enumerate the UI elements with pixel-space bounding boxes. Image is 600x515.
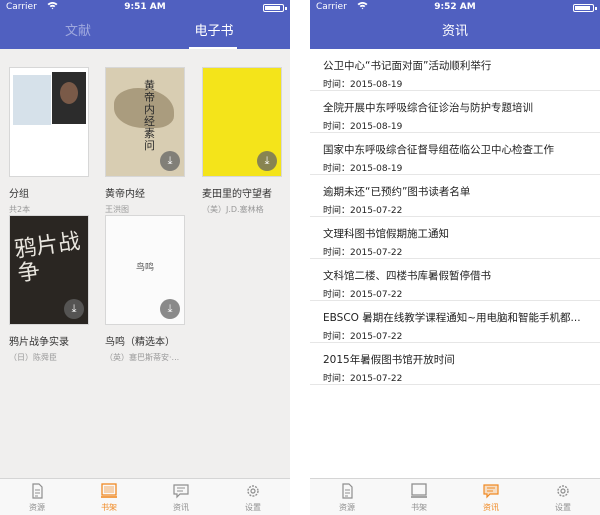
tabbar-item-settings[interactable]: 设置 — [538, 483, 588, 513]
download-icon[interactable]: ⤓ — [257, 151, 277, 171]
tabbar-label: 资讯 — [483, 503, 499, 512]
bottom-tab-bar: 资源 书架 资讯 设置 — [0, 478, 290, 515]
book-author: 共2本 — [9, 205, 31, 214]
book-title: 黄帝内经 — [105, 189, 145, 200]
bookshelf-icon — [101, 483, 117, 498]
tabbar-label: 资源 — [29, 503, 45, 512]
mini-cover — [52, 72, 86, 124]
news-item[interactable]: 逾期未还“已预约”图书读者名单 时间：2015-07-22 — [310, 175, 600, 217]
cover-title: 鸟鸣 — [135, 263, 154, 273]
news-title: 公卫中心“书记面对面”活动顺利举行 — [323, 60, 492, 72]
news-item[interactable]: 文科馆二楼、四楼书库暑假暂停借书 时间：2015-07-22 — [310, 259, 600, 301]
news-item[interactable]: EBSCO 暑期在线教学课程通知~用电脑和智能手机都... 时间：2015-07-… — [310, 301, 600, 343]
news-title: 2015年暑假图书馆开放时间 — [323, 354, 455, 366]
news-title: 全院开展中东呼吸综合征诊治与防护专题培训 — [323, 102, 533, 114]
tabbar-label: 书架 — [101, 503, 117, 512]
news-date: 时间：2015-08-19 — [323, 80, 403, 90]
book-item[interactable]: 黄帝内经素问 ⤓ 黄帝内经 王洪图 — [105, 67, 187, 215]
book-author: （美）J.D.塞林格 — [202, 205, 264, 214]
news-item[interactable]: 国家中东呼吸综合征督导组莅临公卫中心检查工作 时间：2015-08-19 — [310, 133, 600, 175]
tabbar-label: 书架 — [411, 503, 427, 512]
book-cover[interactable]: 黄帝内经素问 ⤓ — [105, 67, 185, 177]
book-item[interactable]: ⤓ 麦田里的守望者 （美）J.D.塞林格 — [202, 67, 284, 215]
message-icon — [483, 484, 499, 499]
download-icon[interactable]: ⤓ — [160, 299, 180, 319]
tabbar-label: 资讯 — [173, 503, 189, 512]
book-cover[interactable]: 鸟鸣 ⤓ — [105, 215, 185, 325]
book-author: （日）陈舜臣 — [9, 353, 57, 362]
news-item[interactable]: 文理科图书馆假期施工通知 时间：2015-07-22 — [310, 217, 600, 259]
clock-label: 9:51 AM — [124, 2, 166, 12]
segmented-header: 文献 电子书 — [0, 15, 290, 49]
tabbar-item-bookshelf[interactable]: 书架 — [84, 483, 134, 513]
tabbar-label: 设置 — [245, 503, 261, 512]
news-list: 公卫中心“书记面对面”活动顺利举行 时间：2015-08-19 全院开展中东呼吸综… — [310, 49, 600, 478]
book-cover[interactable]: 鸦片战争 ⤓ — [9, 215, 89, 325]
tabbar-item-news[interactable]: 资讯 — [156, 483, 206, 513]
tabbar-label: 资源 — [339, 503, 355, 512]
document-icon — [342, 483, 353, 499]
tabbar-item-news[interactable]: 资讯 — [466, 483, 516, 513]
news-date: 时间：2015-08-19 — [323, 164, 403, 174]
book-title: 鸟鸣（精选本） — [105, 337, 175, 348]
book-item[interactable]: 鸟鸣 ⤓ 鸟鸣（精选本） （英）塞巴斯蒂安·... — [105, 215, 187, 363]
news-item[interactable]: 全院开展中东呼吸综合征诊治与防护专题培训 时间：2015-08-19 — [310, 91, 600, 133]
news-screen: Carrier 9:52 AM 资讯 公卫中心“书记面对面”活动顺利举行 时间：2… — [310, 0, 600, 515]
cover-title: 鸦片战争 — [12, 229, 82, 287]
document-icon — [32, 483, 43, 499]
book-title: 分组 — [9, 189, 29, 200]
tabbar-item-settings[interactable]: 设置 — [228, 483, 278, 513]
news-item[interactable]: 公卫中心“书记面对面”活动顺利举行 时间：2015-08-19 — [310, 49, 600, 91]
news-date: 时间：2015-07-22 — [323, 248, 403, 258]
cover-title: 黄帝内经素问 — [144, 79, 155, 152]
bottom-tab-bar: 资源 书架 资讯 设置 — [310, 478, 600, 515]
bookshelf-screen: Carrier 9:51 AM 文献 电子书 分组 共2本 黄帝内经素问 ⤓ 黄… — [0, 0, 290, 515]
news-title: 文科馆二楼、四楼书库暑假暂停借书 — [323, 270, 491, 282]
news-date: 时间：2015-07-22 — [323, 374, 403, 384]
news-date: 时间：2015-07-22 — [323, 290, 403, 300]
download-icon[interactable]: ⤓ — [160, 151, 180, 171]
book-grid: 分组 共2本 黄帝内经素问 ⤓ 黄帝内经 王洪图 ⤓ 麦田里的守望者 （美）J.… — [0, 49, 290, 478]
gear-icon — [557, 485, 569, 497]
news-title: 国家中东呼吸综合征督导组莅临公卫中心检查工作 — [323, 144, 554, 156]
battery-icon — [573, 4, 597, 12]
book-title: 麦田里的守望者 — [202, 189, 272, 200]
tabbar-label: 设置 — [555, 503, 571, 512]
group-cover[interactable] — [9, 67, 89, 177]
book-item[interactable]: 鸦片战争 ⤓ 鸦片战争实录 （日）陈舜臣 — [9, 215, 91, 363]
book-item-group[interactable]: 分组 共2本 — [9, 67, 91, 215]
news-item[interactable]: 2015年暑假图书馆开放时间 时间：2015-07-22 — [310, 343, 600, 385]
tabbar-item-resources[interactable]: 资源 — [12, 483, 62, 513]
book-author: （英）塞巴斯蒂安·... — [105, 353, 180, 362]
news-title: EBSCO 暑期在线教学课程通知~用电脑和智能手机都... — [323, 312, 581, 324]
status-bar: Carrier 9:52 AM — [310, 0, 600, 15]
news-date: 时间：2015-07-22 — [323, 332, 403, 342]
news-title: 文理科图书馆假期施工通知 — [323, 228, 449, 240]
message-icon — [173, 484, 189, 499]
tabbar-item-resources[interactable]: 资源 — [322, 483, 372, 513]
news-date: 时间：2015-07-22 — [323, 206, 403, 216]
bookshelf-icon — [411, 483, 427, 498]
book-title: 鸦片战争实录 — [9, 337, 69, 348]
download-icon[interactable]: ⤓ — [64, 299, 84, 319]
tabbar-item-bookshelf[interactable]: 书架 — [394, 483, 444, 513]
book-author: 王洪图 — [105, 205, 129, 214]
battery-icon — [263, 4, 287, 12]
tab-ebooks[interactable]: 电子书 — [169, 15, 259, 49]
news-title: 逾期未还“已预约”图书读者名单 — [323, 186, 471, 198]
nav-bar: 资讯 — [310, 15, 600, 49]
mini-cover — [13, 75, 51, 125]
gear-icon — [247, 485, 259, 497]
book-cover[interactable]: ⤓ — [202, 67, 282, 177]
page-title: 资讯 — [441, 24, 468, 39]
clock-label: 9:52 AM — [434, 2, 476, 12]
status-bar: Carrier 9:51 AM — [0, 0, 290, 15]
news-date: 时间：2015-08-19 — [323, 122, 403, 132]
tab-literature[interactable]: 文献 — [33, 15, 123, 49]
